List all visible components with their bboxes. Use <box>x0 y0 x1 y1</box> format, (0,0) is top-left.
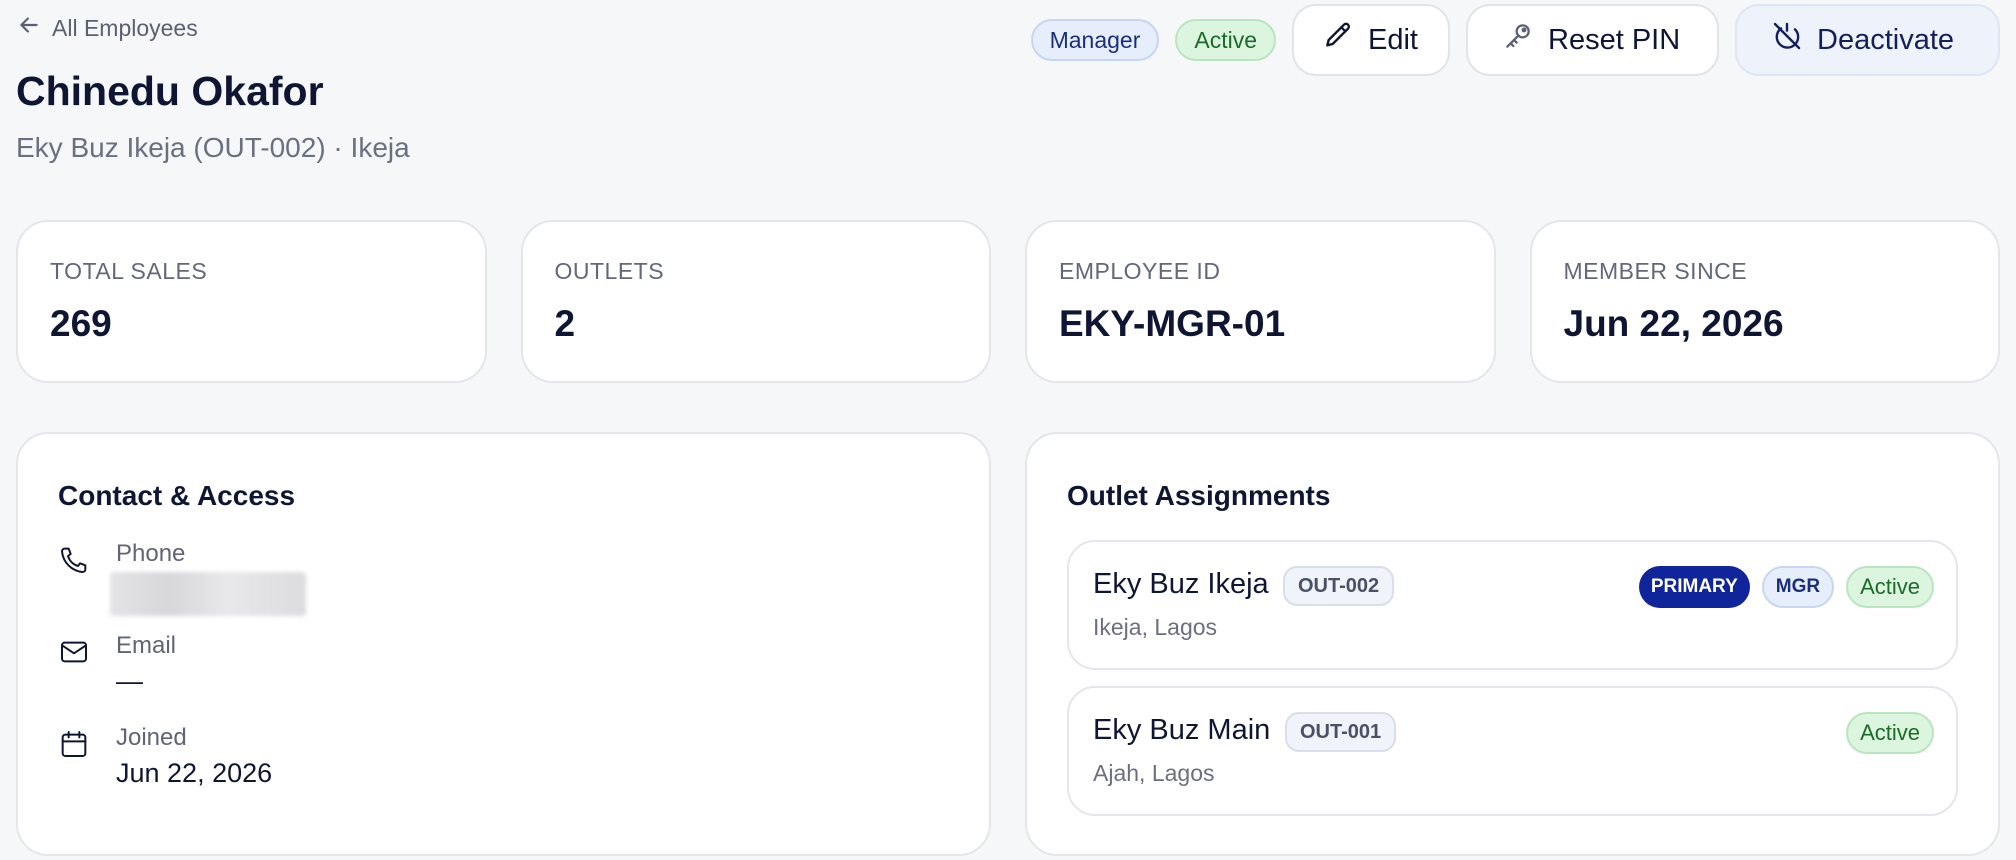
reset-pin-button-label: Reset PIN <box>1548 23 1681 56</box>
edit-button-label: Edit <box>1368 23 1418 56</box>
outlet-name: Eky Buz Main <box>1093 714 1271 746</box>
pencil-icon <box>1322 20 1354 60</box>
panel-title: Contact & Access <box>58 480 296 511</box>
outlet-name: Eky Buz Ikeja <box>1093 568 1269 600</box>
back-link-label: All Employees <box>52 14 198 41</box>
reset-pin-button[interactable]: Reset PIN <box>1466 4 1719 76</box>
email-value: — <box>116 666 143 696</box>
mail-icon <box>58 632 90 673</box>
status-tag: Active <box>1846 712 1934 754</box>
stat-card-member-since: MEMBER SINCE Jun 22, 2026 <box>1529 220 2000 383</box>
phone-icon <box>58 540 90 581</box>
edit-button[interactable]: Edit <box>1292 4 1450 76</box>
page-subtitle: Eky Buz Ikeja (OUT-002) · Ikeja <box>16 132 410 163</box>
stat-label: TOTAL SALES <box>50 258 208 284</box>
contact-access-panel: Contact & Access Phone Email — Joined Ju… <box>16 432 991 856</box>
deactivate-button-label: Deactivate <box>1817 23 1955 56</box>
stat-value: EKY-MGR-01 <box>1059 303 1286 344</box>
stat-label: MEMBER SINCE <box>1563 258 1748 284</box>
power-off-icon <box>1771 20 1803 60</box>
panel-title: Outlet Assignments <box>1067 480 1331 511</box>
status-badge: Active <box>1175 19 1276 61</box>
key-icon <box>1502 20 1534 60</box>
stats-row: TOTAL SALES 269 OUTLETS 2 EMPLOYEE ID EK… <box>16 220 2000 383</box>
stat-label: OUTLETS <box>554 258 665 284</box>
outlet-tags: PRIMARY MGR Active <box>1638 566 1934 608</box>
calendar-icon <box>58 724 90 765</box>
arrow-left-icon <box>16 12 42 44</box>
contact-joined-row: Joined Jun 22, 2026 <box>58 724 272 789</box>
stat-card-outlets: OUTLETS 2 <box>520 220 991 383</box>
back-to-employees-link[interactable]: All Employees <box>16 12 198 44</box>
outlet-location: Ikeja, Lagos <box>1093 614 1218 640</box>
deactivate-button[interactable]: Deactivate <box>1735 4 2000 76</box>
role-tag: MGR <box>1761 566 1835 608</box>
joined-value: Jun 22, 2026 <box>116 758 273 788</box>
role-badge: Manager <box>1030 19 1160 61</box>
page-title: Chinedu Okafor <box>16 68 324 114</box>
contact-phone-row: Phone <box>58 540 306 616</box>
phone-value-redacted <box>110 572 306 616</box>
outlet-assignments-panel: Outlet Assignments Eky Buz Ikeja OUT-002… <box>1025 432 2000 856</box>
stat-label: EMPLOYEE ID <box>1059 258 1221 284</box>
phone-label: Phone <box>116 540 186 567</box>
stat-value: 269 <box>50 303 112 344</box>
stat-value: 2 <box>554 303 576 344</box>
stat-value: Jun 22, 2026 <box>1563 303 1784 344</box>
email-label: Email <box>116 632 177 659</box>
outlet-location: Ajah, Lagos <box>1093 760 1215 786</box>
outlet-card[interactable]: Eky Buz Ikeja OUT-002 Ikeja, Lagos PRIMA… <box>1067 540 1958 670</box>
status-tag: Active <box>1846 566 1934 608</box>
outlet-code-badge: OUT-002 <box>1283 566 1395 606</box>
outlet-code-badge: OUT-001 <box>1285 712 1397 752</box>
stat-card-total-sales: TOTAL SALES 269 <box>16 220 487 383</box>
contact-email-row: Email — <box>58 632 176 697</box>
header-actions: Manager Active Edit Reset PIN Deactivate <box>1030 4 2000 76</box>
joined-label: Joined <box>116 724 187 751</box>
primary-tag: PRIMARY <box>1638 566 1750 608</box>
stat-card-employee-id: EMPLOYEE ID EKY-MGR-01 <box>1025 220 1496 383</box>
outlet-card[interactable]: Eky Buz Main OUT-001 Ajah, Lagos Active <box>1067 686 1958 816</box>
outlet-tags: Active <box>1846 712 1934 754</box>
